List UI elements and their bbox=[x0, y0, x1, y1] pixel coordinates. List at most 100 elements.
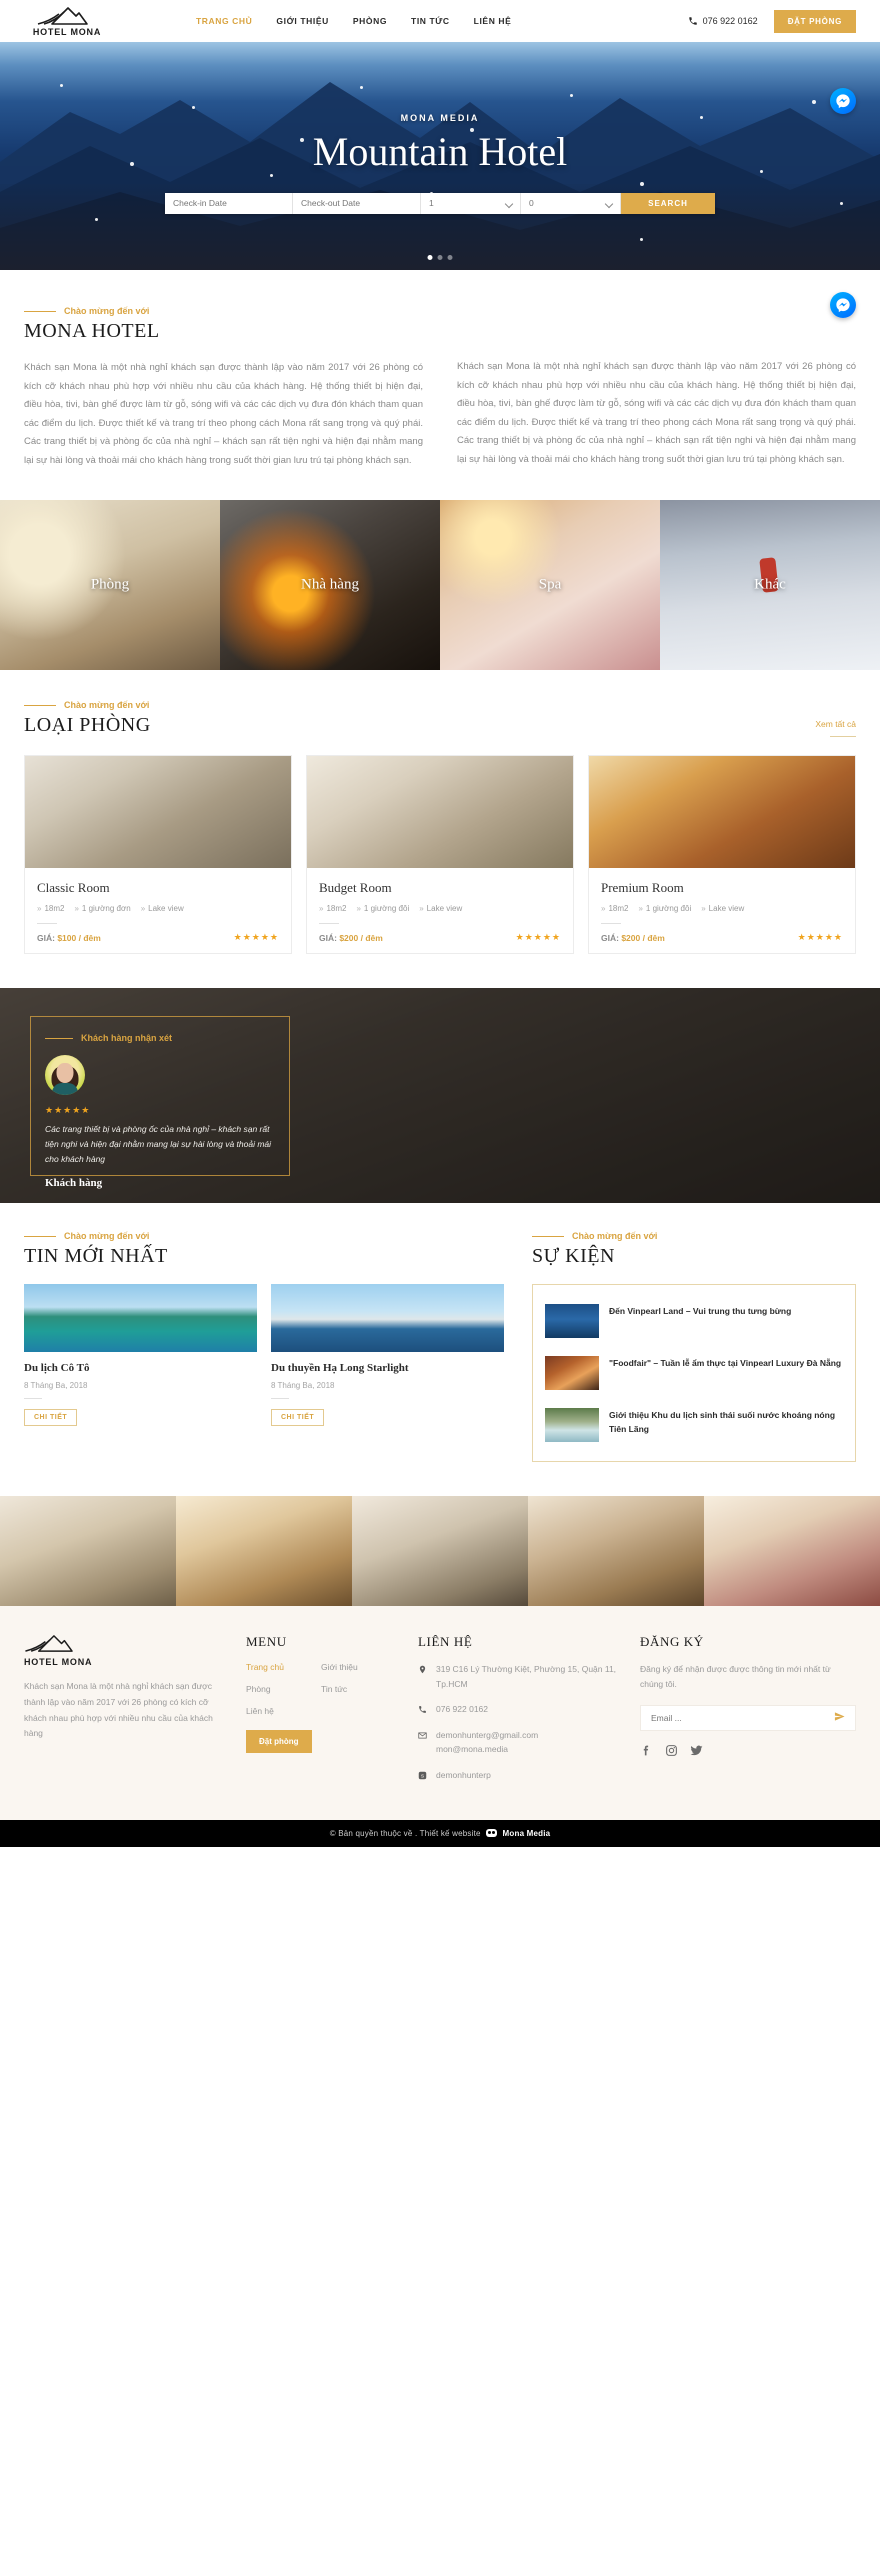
event-title: "Foodfair" – Tuần lễ ẩm thực tại Vinpear… bbox=[609, 1358, 842, 1369]
mountain-logo-icon bbox=[37, 6, 88, 25]
room-name: Budget Room bbox=[319, 880, 392, 896]
gallery-strip bbox=[0, 1496, 880, 1607]
category-label-phong: Phòng bbox=[90, 576, 130, 593]
nav-item-phong[interactable]: PHÒNG bbox=[353, 16, 387, 26]
room-card[interactable]: Budget Room 18m2 1 giường đôi Lake view … bbox=[306, 755, 574, 955]
footer-contact-title: LIÊN HỆ bbox=[418, 1634, 473, 1650]
rooms-heading-block: Chào mừng đến với LOẠI PHÒNG bbox=[24, 700, 151, 737]
room-rating-stars: ★★★★★ bbox=[515, 932, 561, 943]
facebook-icon[interactable] bbox=[640, 1744, 653, 1760]
checkout-date-input[interactable] bbox=[293, 192, 421, 214]
book-room-button[interactable]: ĐẶT PHÒNG bbox=[773, 9, 856, 33]
room-price-value: $200 / đêm bbox=[621, 932, 665, 943]
news-card[interactable]: Du lịch Cô Tô 8 Tháng Ba, 2018 CHI TIẾT bbox=[24, 1284, 257, 1427]
kicker-line bbox=[24, 1235, 56, 1237]
gallery-image-2[interactable] bbox=[176, 1496, 352, 1607]
room-card[interactable]: Classic Room 18m2 1 giường đơn Lake view… bbox=[24, 755, 292, 955]
footer-menu-gioi-thieu[interactable]: Giới thiệu bbox=[321, 1662, 396, 1672]
twitter-icon[interactable] bbox=[690, 1744, 703, 1760]
site-header: HOTEL MONA TRANG CHỦ GIỚI THIỆU PHÒNG TI… bbox=[0, 0, 880, 42]
checkin-date-input[interactable] bbox=[165, 192, 293, 214]
room-card[interactable]: Premium Room 18m2 1 giường đôi Lake view… bbox=[588, 755, 856, 955]
category-tile-phong[interactable]: Phòng bbox=[0, 500, 220, 671]
room-price-label: GIÁ: bbox=[319, 932, 337, 943]
about-title: MONA HOTEL bbox=[24, 320, 160, 342]
footer-email-row[interactable]: demonhunterg@gmail.com mon@mona.media bbox=[418, 1728, 618, 1757]
room-image-budget bbox=[307, 756, 573, 869]
hero-dot-3[interactable] bbox=[447, 255, 453, 260]
footer-menu-tin-tuc[interactable]: Tin tức bbox=[321, 1684, 396, 1694]
gallery-image-3[interactable] bbox=[352, 1496, 528, 1607]
gallery-image-5[interactable] bbox=[704, 1496, 880, 1607]
news-detail-button[interactable]: CHI TIẾT bbox=[24, 1409, 78, 1427]
room-meta: 18m2 1 giường đơn Lake view bbox=[37, 904, 279, 913]
event-item[interactable]: Đến Vinpearl Land – Vui trung thu tưng b… bbox=[545, 1295, 843, 1347]
news-card-date: 8 Tháng Ba, 2018 bbox=[24, 1381, 88, 1391]
footer-book-button[interactable]: Đặt phòng bbox=[246, 1730, 312, 1754]
send-icon[interactable] bbox=[834, 1711, 845, 1725]
news-detail-button[interactable]: CHI TIẾT bbox=[271, 1409, 325, 1427]
rooms-view-all: Xem tất cả bbox=[815, 716, 856, 738]
footer-menu-phong[interactable]: Phòng bbox=[246, 1684, 321, 1694]
gallery-image-1[interactable] bbox=[0, 1496, 176, 1607]
about-left-column: Chào mừng đến với MONA HOTEL Khách sạn M… bbox=[24, 306, 423, 470]
room-body: Premium Room 18m2 1 giường đôi Lake view… bbox=[589, 868, 855, 953]
hero-banner: MONA MEDIA Mountain Hotel 1 0 SEARCH bbox=[0, 42, 880, 270]
nav-item-gioi-thieu[interactable]: GIỚI THIỆU bbox=[276, 16, 328, 26]
news-card[interactable]: Du thuyền Hạ Long Starlight 8 Tháng Ba, … bbox=[271, 1284, 504, 1427]
about-kicker-text: Chào mừng đến với bbox=[64, 306, 150, 316]
search-button[interactable]: SEARCH bbox=[621, 192, 715, 214]
room-bed: 1 giường đôi bbox=[356, 904, 409, 913]
footer-subscribe-column: ĐĂNG KÝ Đăng ký để nhận được được thông … bbox=[640, 1634, 856, 1794]
adults-select[interactable]: 1 bbox=[421, 192, 521, 214]
news-title: TIN MỚI NHẤT bbox=[24, 1245, 168, 1268]
footer-skype-row[interactable]: S demonhunterp bbox=[418, 1768, 618, 1783]
footer-menu-lien-he[interactable]: Liên hệ bbox=[246, 1706, 321, 1716]
hero-dot-1[interactable] bbox=[427, 255, 433, 260]
footer-about-text: Khách sạn Mona là một nhà nghỉ khách sạn… bbox=[24, 1681, 213, 1739]
events-title: SỰ KIỆN bbox=[532, 1245, 615, 1268]
mountain-logo-icon bbox=[25, 1635, 73, 1652]
site-logo[interactable]: HOTEL MONA bbox=[24, 6, 110, 37]
nav-item-lien-he[interactable]: LIÊN HỆ bbox=[474, 16, 512, 26]
category-tile-khac[interactable]: Khác bbox=[660, 500, 880, 671]
room-meta: 18m2 1 giường đôi Lake view bbox=[319, 904, 561, 913]
room-view: Lake view bbox=[701, 904, 745, 913]
category-strip: Phòng Nhà hàng Spa Khác bbox=[0, 500, 880, 671]
room-size: 18m2 bbox=[319, 904, 346, 913]
header-phone[interactable]: 076 922 0162 bbox=[688, 16, 758, 26]
events-column: Chào mừng đến với SỰ KIỆN Đến Vinpearl L… bbox=[532, 1231, 856, 1463]
nav-item-tin-tuc[interactable]: TIN TỨC bbox=[411, 16, 450, 26]
children-select[interactable]: 0 bbox=[521, 192, 621, 214]
category-label-spa: Spa bbox=[538, 576, 562, 593]
event-item[interactable]: "Foodfair" – Tuần lễ ẩm thực tại Vinpear… bbox=[545, 1347, 843, 1399]
news-image-ha-long bbox=[271, 1284, 504, 1353]
instagram-icon[interactable] bbox=[665, 1744, 678, 1760]
event-item[interactable]: Giới thiệu Khu du lịch sinh thái suối nư… bbox=[545, 1399, 843, 1451]
news-card-title: Du lịch Cô Tô bbox=[24, 1362, 90, 1375]
event-title: Giới thiệu Khu du lịch sinh thái suối nư… bbox=[609, 1410, 836, 1435]
messenger-chat-button-2[interactable] bbox=[830, 292, 856, 318]
avatar bbox=[45, 1055, 85, 1096]
newsletter-email-input[interactable] bbox=[651, 1712, 834, 1723]
hero-dot-2[interactable] bbox=[437, 255, 443, 260]
room-body: Budget Room 18m2 1 giường đôi Lake view … bbox=[307, 868, 573, 953]
view-all-link[interactable]: Xem tất cả bbox=[815, 719, 856, 729]
room-image-premium bbox=[589, 756, 855, 869]
category-tile-nha-hang[interactable]: Nhà hàng bbox=[220, 500, 440, 671]
rooms-title: LOẠI PHÒNG bbox=[24, 714, 151, 737]
footer-menu-trang-chu[interactable]: Trang chủ bbox=[246, 1662, 321, 1672]
header-phone-number: 076 922 0162 bbox=[702, 16, 758, 26]
nav-item-trang-chu[interactable]: TRANG CHỦ bbox=[196, 16, 252, 26]
testimonial-stars: ★★★★★ bbox=[45, 1105, 91, 1116]
room-name: Premium Room bbox=[601, 880, 684, 896]
phone-icon bbox=[418, 1703, 428, 1717]
skype-icon: S bbox=[418, 1769, 428, 1783]
category-tile-spa[interactable]: Spa bbox=[440, 500, 660, 671]
rooms-section: Chào mừng đến với LOẠI PHÒNG Xem tất cả … bbox=[0, 670, 880, 988]
social-links bbox=[640, 1744, 856, 1760]
rooms-header: Chào mừng đến với LOẠI PHÒNG Xem tất cả bbox=[24, 700, 856, 738]
messenger-chat-button[interactable] bbox=[830, 88, 856, 114]
gallery-image-4[interactable] bbox=[528, 1496, 704, 1607]
footer-phone-row[interactable]: 076 922 0162 bbox=[418, 1702, 618, 1717]
